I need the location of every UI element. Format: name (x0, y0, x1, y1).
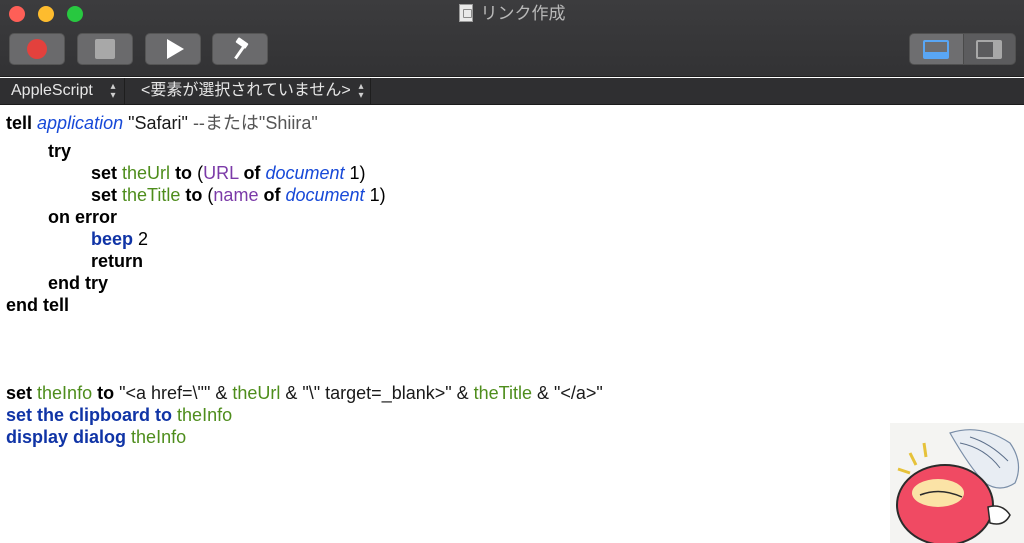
keyword: to (185, 185, 203, 205)
keyword: end try (48, 273, 109, 293)
navigation-bar: AppleScript ▴ ▾ <要素が選択されていません> ▴ ▾ (0, 78, 1024, 105)
variable: theInfo (177, 405, 233, 425)
app-class: document (285, 185, 365, 205)
comment: --または"Shiira" (192, 113, 318, 133)
stop-button[interactable] (77, 33, 133, 65)
view-toggle-group (909, 33, 1016, 65)
updown-chevron-icon: ▴ ▾ (358, 81, 364, 101)
play-icon (166, 39, 184, 59)
keyword: to (97, 383, 115, 403)
stop-icon (95, 39, 115, 59)
code-line: set theInfo to "<a href=\"" & theUrl & "… (6, 382, 603, 404)
keyword: return (91, 251, 144, 271)
record-button[interactable] (9, 33, 65, 65)
side-pane-icon (976, 39, 1003, 59)
variable: theUrl (232, 383, 281, 403)
command-keyword: set the clipboard to (6, 405, 173, 425)
property: name (213, 185, 259, 205)
code-line: on error (48, 206, 117, 228)
code-line: set theTitle to (name of document 1) (91, 184, 386, 206)
window-title-text: リンク作成 (480, 4, 566, 23)
bottom-pane-icon (923, 39, 950, 59)
script-editor[interactable]: tell application "Safari" --または"Shiira" … (0, 106, 1024, 543)
variable: theInfo (37, 383, 93, 403)
command-keyword: beep (91, 229, 134, 249)
variable: theUrl (122, 163, 171, 183)
keyword: set (91, 163, 118, 183)
code-line: display dialog theInfo (6, 426, 186, 448)
nav-divider (124, 78, 125, 104)
code-line: try (48, 140, 71, 162)
string-literal: & "\" target=_blank>" & (280, 383, 474, 403)
app-class: application (37, 113, 124, 133)
nav-divider (370, 78, 371, 104)
keyword: set (91, 185, 118, 205)
code-line: set theUrl to (URL of document 1) (91, 162, 366, 184)
keyword: to (175, 163, 193, 183)
keyword: end tell (6, 295, 70, 315)
apple-mascot-icon (890, 423, 1024, 543)
show-bottom-pane-button[interactable] (910, 34, 963, 64)
compile-button[interactable] (212, 33, 268, 65)
script-document-icon (458, 4, 473, 22)
hammer-icon (234, 37, 249, 60)
keyword: set (6, 383, 33, 403)
number-literal: 1) (349, 163, 366, 183)
window-titlebar: リンク作成 (0, 0, 1024, 77)
run-button[interactable] (145, 33, 201, 65)
keyword: on error (48, 207, 118, 227)
updown-chevron-icon: ▴ ▾ (110, 81, 116, 101)
record-icon (27, 39, 47, 59)
variable: theTitle (122, 185, 181, 205)
app-class: document (265, 163, 345, 183)
keyword: tell (6, 113, 33, 133)
code-line: end tell (6, 294, 69, 316)
code-line: beep 2 (91, 228, 148, 250)
window-title: リンク作成 (0, 4, 1024, 24)
variable: theTitle (473, 383, 532, 403)
code-line: end try (48, 272, 108, 294)
keyword: of (263, 185, 281, 205)
number-literal: 1) (369, 185, 386, 205)
string-literal: "<a href=\"" & (119, 383, 233, 403)
code-line: return (91, 250, 143, 272)
language-selector[interactable]: AppleScript (11, 81, 93, 101)
element-selector[interactable]: <要素が選択されていません> (141, 81, 351, 101)
command-keyword: display dialog (6, 427, 127, 447)
mascot-sticker-image (890, 423, 1024, 543)
code-line: tell application "Safari" --または"Shiira" (6, 112, 318, 134)
string-literal: & "</a>" (532, 383, 603, 403)
code-line: set the clipboard to theInfo (6, 404, 232, 426)
property: URL (203, 163, 239, 183)
keyword: of (243, 163, 261, 183)
show-side-pane-button[interactable] (962, 34, 1016, 64)
string-literal: "Safari" (128, 113, 188, 133)
variable: theInfo (131, 427, 187, 447)
number-literal: 2 (138, 229, 149, 249)
keyword: try (48, 141, 72, 161)
